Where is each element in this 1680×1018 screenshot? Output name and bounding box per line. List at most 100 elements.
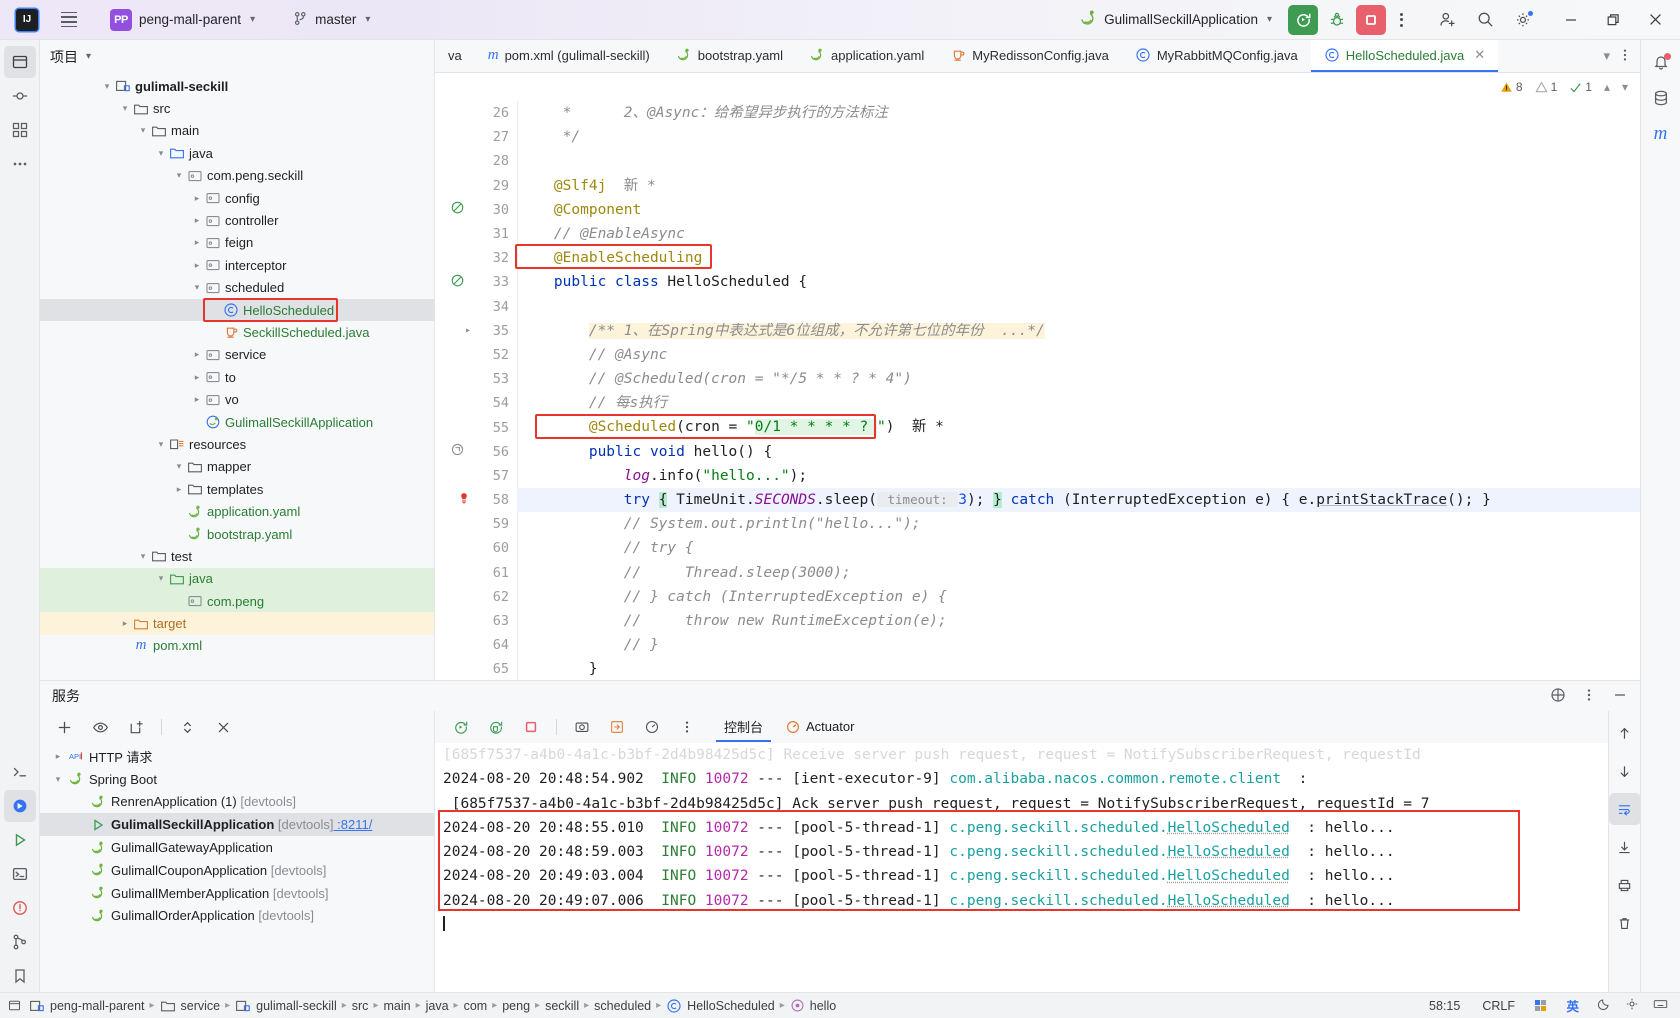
chevron-down-icon[interactable]: ▾ xyxy=(190,282,204,293)
tool-problems-icon[interactable] xyxy=(4,892,36,924)
soft-wrap-icon[interactable] xyxy=(1608,793,1641,825)
gutter-line-57[interactable]: 57 xyxy=(435,464,517,488)
gutter-line-32[interactable]: 32 xyxy=(435,246,517,270)
console-toolbar[interactable]: 控制台 Actuator xyxy=(435,711,1608,743)
tool-debug-console-icon[interactable] xyxy=(4,858,36,890)
line-separator[interactable]: CRLF xyxy=(1474,999,1523,1013)
editor-tab-myredissonconfig-java[interactable]: MyRedissonConfig.java xyxy=(937,40,1122,72)
code-line-63[interactable]: // throw new RuntimeException(e); xyxy=(517,609,1640,633)
gutter-line-27[interactable]: 27 xyxy=(435,125,517,149)
gutter-line-54[interactable]: 54 xyxy=(435,391,517,415)
tool-structure-icon[interactable] xyxy=(4,114,36,146)
tree-node-src[interactable]: ▾ src xyxy=(40,97,434,119)
code-line-57[interactable]: log.info("hello..."); xyxy=(517,464,1640,488)
code-line-52[interactable]: // @Async xyxy=(517,343,1640,367)
tool-services-icon[interactable] xyxy=(3,790,36,822)
code-line-58[interactable]: try { TimeUnit.SECONDS.sleep( timeout: 3… xyxy=(517,488,1640,513)
services-hide-icon[interactable] xyxy=(1612,687,1628,706)
scroll-to-end-icon[interactable] xyxy=(1609,831,1641,863)
tree-node-test[interactable]: ▾ test xyxy=(40,545,434,567)
tree-node-resources[interactable]: ▾ resources xyxy=(40,433,434,455)
service-node-http-[interactable]: ▸ API HTTP 请求 xyxy=(40,745,434,768)
chevron-down-icon[interactable]: ▾ xyxy=(154,148,168,159)
code-line-35[interactable]: /** 1、在Spring中表达式是6位组成，不允许第七位的年份 ...*/ xyxy=(517,319,1640,343)
gutter-line-62[interactable]: 62 xyxy=(435,585,517,609)
service-node-renrenapplication-1-[interactable]: RenrenApplication (1) [devtools] xyxy=(40,791,434,814)
service-node-gulimallgatewayapplication[interactable]: GulimallGatewayApplication xyxy=(40,836,434,859)
stop-button[interactable] xyxy=(1356,4,1386,35)
maven-icon[interactable]: m xyxy=(1645,118,1677,150)
editor-tab-bootstrap-yaml[interactable]: bootstrap.yaml xyxy=(663,40,796,72)
ime-language[interactable]: 英 xyxy=(1558,996,1587,1015)
gutter-line-35[interactable]: ▸ 35 xyxy=(435,319,517,343)
tree-node-application-yaml[interactable]: application.yaml xyxy=(40,500,434,522)
tree-node-templates[interactable]: ▸ templates xyxy=(40,478,434,500)
code-line-31[interactable]: // @EnableAsync xyxy=(517,222,1640,246)
scroll-down-icon[interactable] xyxy=(1609,755,1641,787)
gutter-line-28[interactable]: 28 xyxy=(435,149,517,173)
tree-node-seckillscheduled-java[interactable]: SeckillScheduled.java xyxy=(40,321,434,343)
code-line-34[interactable] xyxy=(517,295,1640,319)
gutter-line-64[interactable]: 64 xyxy=(435,633,517,657)
code-view[interactable]: 26 27 28 29 30 31 32 33 34 ▸ 35 52 53 54 55 56 57 58 59 60 6… xyxy=(435,101,1640,680)
chevron-right-icon[interactable]: ▸ xyxy=(190,193,204,204)
code-line-28[interactable] xyxy=(517,149,1640,173)
inspection-chevron-down-icon[interactable]: ▾ xyxy=(1622,80,1628,94)
gutter-line-55[interactable]: 55 xyxy=(435,415,517,439)
chevron-down-icon[interactable]: ▾ xyxy=(136,125,150,136)
services-tree[interactable]: ▸ API HTTP 请求 ▾ Spring Boot RenrenApplication… xyxy=(40,743,434,992)
tree-node-service[interactable]: ▸ service xyxy=(40,344,434,366)
profiler-icon[interactable] xyxy=(636,711,668,743)
add-service-icon[interactable] xyxy=(48,711,80,743)
gutter-line-56[interactable]: 56 xyxy=(435,440,517,464)
chevron-right-icon[interactable]: ▸ xyxy=(190,372,204,383)
show-services-icon[interactable] xyxy=(84,711,116,743)
tree-node-to[interactable]: ▸ to xyxy=(40,366,434,388)
console-tab-控制台[interactable]: 控制台 xyxy=(716,712,772,742)
code-line-30[interactable]: @Component xyxy=(517,198,1640,222)
search-icon[interactable] xyxy=(1470,5,1500,35)
chevron-down-icon[interactable]: ▾ xyxy=(136,551,150,562)
console-output[interactable]: [685f7537-a4b0-4a1c-b3bf-2d4b98425d5c] R… xyxy=(435,743,1608,992)
close-icon[interactable]: ✕ xyxy=(1474,47,1485,63)
tree-node-com-peng[interactable]: com.peng xyxy=(40,589,434,613)
code-line-59[interactable]: // System.out.println("hello..."); xyxy=(517,512,1640,536)
spring-bean-gutter-icon[interactable] xyxy=(450,273,465,292)
editor-tab-myrabbitmqconfig-java[interactable]: MyRabbitMQConfig.java xyxy=(1122,40,1311,72)
editor-tab-pom-xml-gulimall-seckill-[interactable]: m pom.xml (gulimall-seckill) xyxy=(475,40,663,72)
editor-gutter[interactable]: 26 27 28 29 30 31 32 33 34 ▸ 35 52 53 54 55 56 57 58 59 60 6… xyxy=(435,101,517,680)
code-line-64[interactable]: // } xyxy=(517,633,1640,657)
inspection-widget[interactable]: 8 1 1 ▴ ▾ xyxy=(435,73,1640,101)
code-line-29[interactable]: @Slf4j 新 * xyxy=(517,174,1640,198)
gutter-line-34[interactable]: 34 xyxy=(435,295,517,319)
rerun-service-icon[interactable] xyxy=(445,711,477,743)
tree-node-controller[interactable]: ▸ controller xyxy=(40,209,434,231)
code-line-60[interactable]: // try { xyxy=(517,536,1640,560)
code-line-26[interactable]: * 2、@Async：给希望异步执行的方法标注 xyxy=(517,101,1640,125)
editor-options-icon[interactable] xyxy=(1618,48,1632,65)
breadcrumb-item-helloscheduled[interactable]: HelloScheduled xyxy=(666,998,775,1014)
tool-bookmarks-icon[interactable] xyxy=(4,960,36,992)
breadcrumb-item-com[interactable]: com xyxy=(464,999,488,1013)
services-more-icon[interactable] xyxy=(1574,688,1604,705)
tree-node-scheduled[interactable]: ▾ scheduled xyxy=(40,277,434,299)
gutter-line-52[interactable]: 52 xyxy=(435,343,517,367)
stop-service-icon[interactable] xyxy=(515,711,547,743)
tree-node-main[interactable]: ▾ main xyxy=(40,120,434,142)
chevron-right-icon[interactable]: ▸ xyxy=(172,484,186,495)
code-line-27[interactable]: */ xyxy=(517,125,1640,149)
services-settings-icon[interactable] xyxy=(1550,687,1566,706)
tree-node-helloscheduled[interactable]: HelloScheduled xyxy=(40,298,434,322)
gutter-line-65[interactable]: 65 xyxy=(435,657,517,680)
tool-run-icon[interactable] xyxy=(4,824,36,856)
vcs-branch-selector[interactable]: master ▾ xyxy=(287,8,376,32)
tree-node-target[interactable]: ▸ target xyxy=(40,612,434,635)
chevron-right-icon[interactable]: ▸ xyxy=(190,215,204,226)
tree-node-bootstrap-yaml[interactable]: bootstrap.yaml xyxy=(40,523,434,545)
gutter-line-58[interactable]: 58 xyxy=(435,488,517,512)
notifications-icon[interactable] xyxy=(1645,46,1677,78)
close-services-icon[interactable] xyxy=(207,711,239,743)
console-tabs[interactable]: 控制台 Actuator xyxy=(716,712,862,742)
chevron-down-icon[interactable]: ▾ xyxy=(86,51,91,62)
tool-git-icon[interactable] xyxy=(4,926,36,958)
